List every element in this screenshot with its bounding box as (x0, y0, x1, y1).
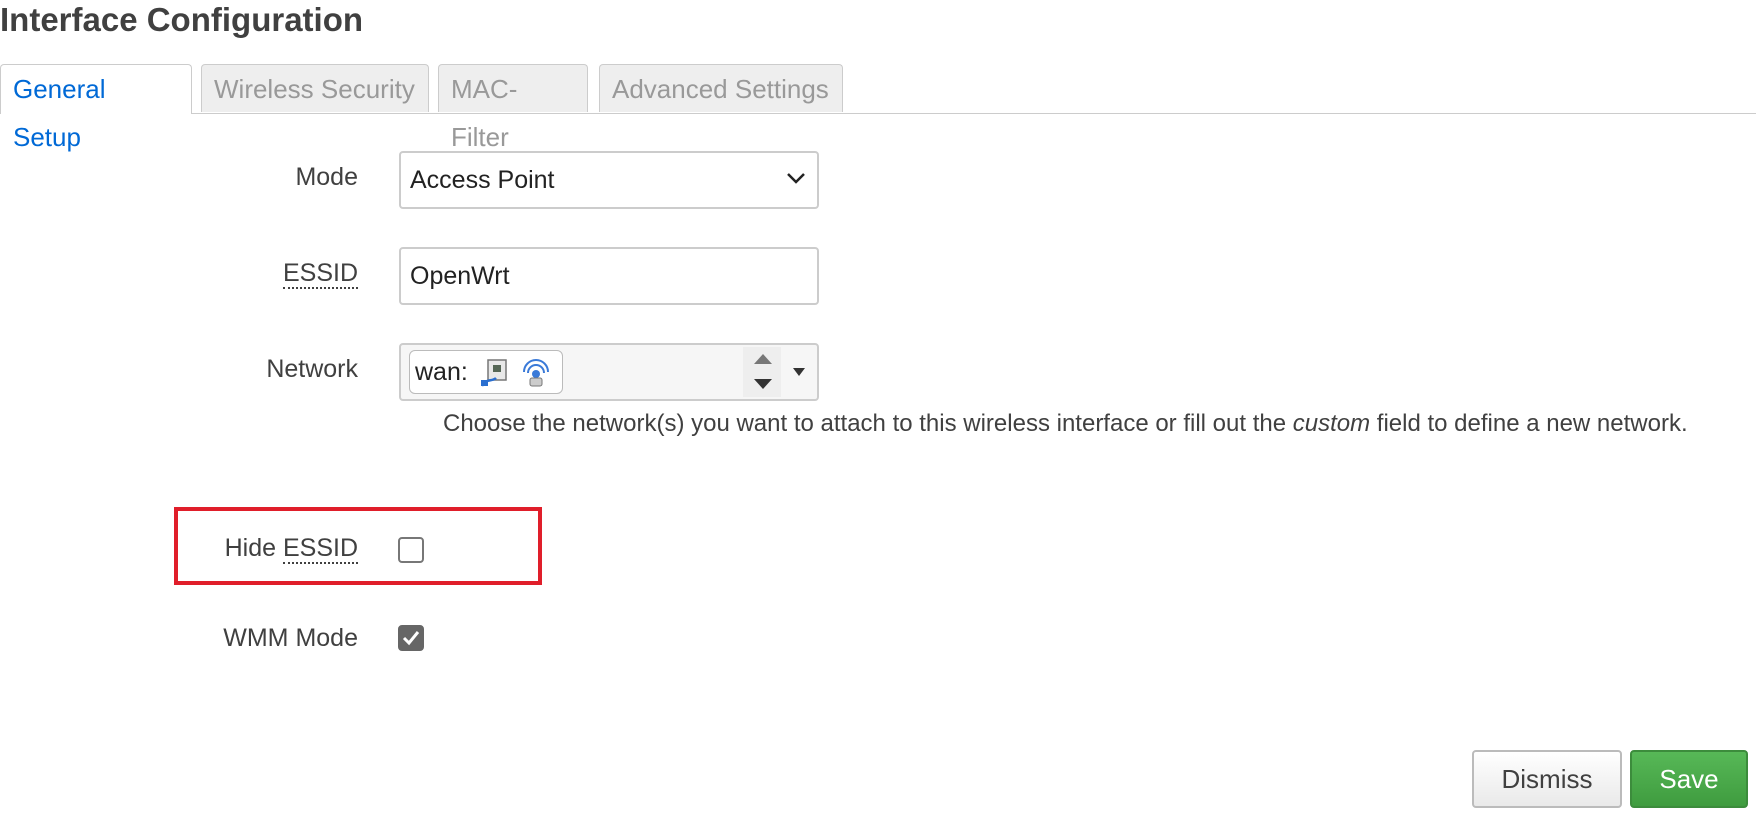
tab-mac-filter[interactable]: MAC-Filter (438, 64, 588, 152)
network-multiselect[interactable]: wan: (399, 343, 819, 401)
tab-advanced-settings[interactable]: Advanced Settings (599, 64, 843, 112)
page-title: Interface Configuration (0, 1, 364, 38)
hide-essid-checkbox[interactable] (398, 537, 424, 563)
network-chip-label: wan: (415, 358, 468, 386)
essid-input-value: OpenWrt (410, 262, 510, 290)
essid-label-text: ESSID (282, 259, 358, 289)
spin-up-icon[interactable] (754, 354, 772, 364)
network-spinner[interactable] (743, 347, 781, 397)
network-label: Network (266, 355, 358, 383)
help-text-custom: custom (1292, 410, 1371, 437)
hide-essid-label-abbr: ESSID (282, 534, 358, 564)
essid-input[interactable]: OpenWrt (399, 247, 819, 305)
network-help-text: Choose the network(s) you want to attach… (443, 405, 1713, 443)
save-button[interactable]: Save (1630, 750, 1748, 808)
mode-select-value: Access Point (410, 166, 555, 194)
wmm-mode-checkbox[interactable] (398, 625, 424, 651)
tab-wireless-security[interactable]: Wireless Security (201, 64, 429, 112)
hide-essid-label: Hide ESSID (224, 534, 358, 564)
help-text-start: Choose the network(s) you want to attach… (443, 410, 1293, 437)
network-chip-wan[interactable]: wan: (409, 350, 563, 394)
chevron-down-icon (787, 173, 805, 184)
checkmark-icon (402, 631, 420, 646)
spin-down-icon[interactable] (754, 379, 772, 389)
tab-bar: General Setup Wireless Security MAC-Filt… (0, 64, 1756, 152)
ethernet-port-icon (480, 359, 507, 387)
mode-label: Mode (295, 163, 358, 191)
essid-label: ESSID (282, 259, 358, 289)
wireless-icon (523, 359, 549, 387)
hide-essid-label-prefix: Hide (224, 534, 283, 562)
dropdown-arrow-icon[interactable] (793, 368, 805, 376)
help-text-end: field to define a new network. (1370, 410, 1688, 437)
dismiss-button[interactable]: Dismiss (1472, 750, 1622, 808)
wmm-mode-label: WMM Mode (223, 624, 358, 652)
tab-general-setup[interactable]: General Setup (0, 64, 192, 152)
mode-select[interactable]: Access Point (399, 151, 819, 209)
